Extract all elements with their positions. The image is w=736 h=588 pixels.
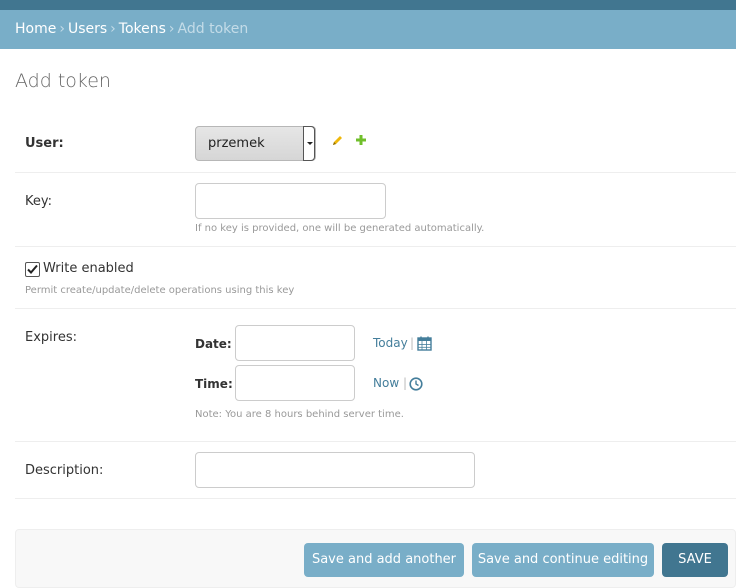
pencil-icon[interactable] [332, 134, 344, 146]
chevron-down-icon [303, 126, 315, 161]
user-select-value: przemek [208, 136, 265, 151]
date-shortcut-separator: | [410, 336, 415, 350]
breadcrumb-separator: › [110, 21, 116, 37]
plus-icon[interactable] [355, 134, 367, 146]
user-field-row: User: przemek [15, 115, 736, 173]
write-enabled-checkbox[interactable] [25, 262, 40, 277]
save-and-continue-button[interactable]: Save and continue editing [472, 543, 654, 577]
submit-row: Save and add another Save and continue e… [15, 529, 736, 588]
clock-icon[interactable] [409, 377, 423, 391]
today-link[interactable]: Today [373, 336, 408, 350]
expires-label: Expires: [25, 330, 77, 345]
checkmark-icon [27, 264, 38, 274]
date-input[interactable] [235, 325, 355, 361]
description-field-row: Description: [15, 442, 736, 499]
breadcrumb: Home › Users › Tokens › Add token [0, 10, 736, 49]
page-title: Add token [15, 70, 111, 92]
description-label: Description: [25, 463, 104, 478]
calendar-icon[interactable] [417, 336, 432, 351]
time-shortcut-separator: | [403, 376, 408, 390]
user-select[interactable]: przemek [195, 126, 316, 161]
save-and-add-another-button[interactable]: Save and add another [304, 543, 464, 577]
key-input[interactable] [195, 183, 386, 219]
write-enabled-help-text: Permit create/update/delete operations u… [25, 285, 295, 296]
write-enabled-label[interactable]: Write enabled [43, 261, 134, 276]
breadcrumb-current: Add token [177, 21, 249, 37]
breadcrumb-separator: › [168, 21, 175, 37]
user-label: User: [25, 136, 64, 151]
write-enabled-row: Write enabled Permit create/update/delet… [15, 247, 736, 309]
key-label: Key: [25, 194, 53, 209]
now-link[interactable]: Now [373, 376, 399, 390]
key-help-text: If no key is provided, one will be gener… [195, 223, 485, 234]
breadcrumb-users[interactable]: Users [68, 21, 107, 37]
breadcrumb-tokens[interactable]: Tokens [119, 21, 166, 37]
date-label: Date: [195, 337, 232, 351]
time-label: Time: [195, 377, 233, 391]
breadcrumb-separator: › [59, 21, 65, 37]
key-field-row: Key: If no key is provided, one will be … [15, 173, 736, 247]
time-input[interactable] [235, 365, 355, 401]
expires-field-row: Expires: Date: Today | Time: Now | Note:… [15, 309, 736, 442]
breadcrumb-home[interactable]: Home [15, 21, 56, 37]
save-button[interactable]: SAVE [662, 543, 728, 577]
header-bar [0, 0, 736, 10]
timezone-note: Note: You are 8 hours behind server time… [195, 409, 404, 420]
description-input[interactable] [195, 452, 475, 488]
